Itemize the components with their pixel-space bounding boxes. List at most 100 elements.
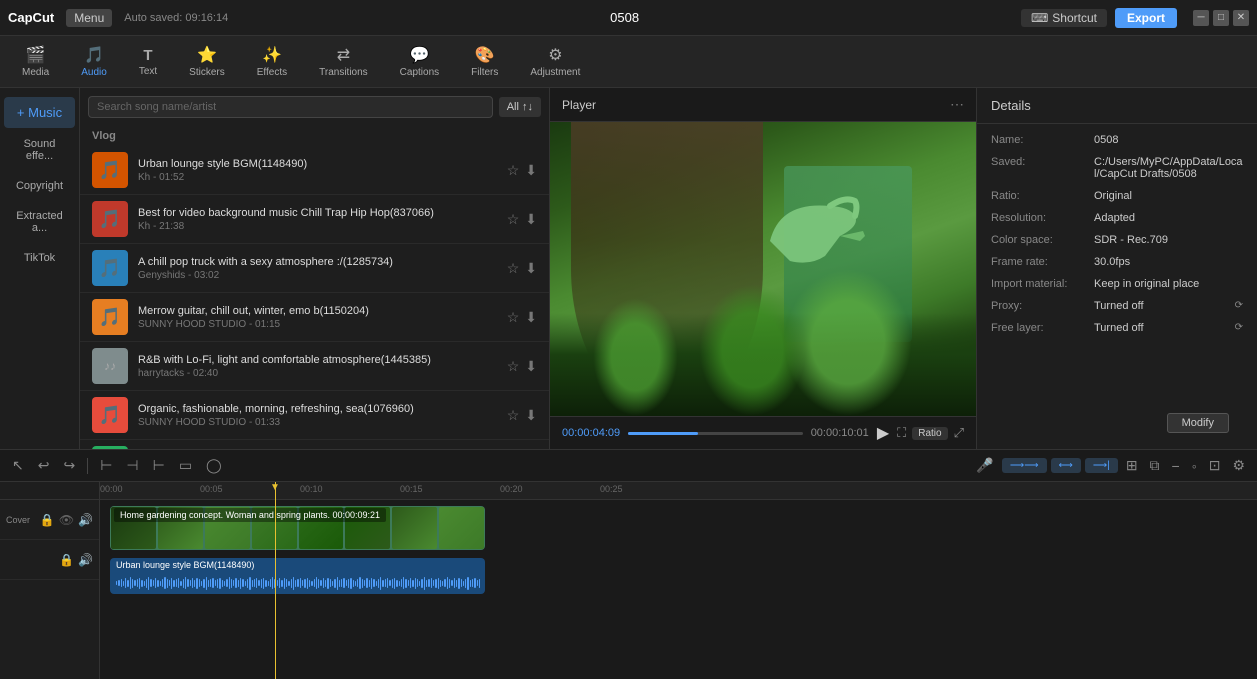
favorite-icon[interactable]: ☆: [507, 309, 520, 326]
list-item[interactable]: 🎵 Best for video background music Chill …: [80, 195, 549, 244]
toolbar-effects[interactable]: ✨ Effects: [251, 41, 293, 82]
all-filter-button[interactable]: All ↑↓: [499, 97, 541, 117]
toolbar-adjustment[interactable]: ⚙ Adjustment: [524, 41, 586, 82]
audio-mute-icon[interactable]: 🔊: [78, 553, 93, 567]
redo-button[interactable]: ↪: [59, 455, 79, 476]
wave-bar: [148, 577, 149, 590]
microphone-button[interactable]: 🎤: [972, 455, 997, 476]
modify-button[interactable]: Modify: [1167, 413, 1229, 433]
track-split-button[interactable]: ⟷: [1051, 458, 1081, 473]
video-eye-icon[interactable]: 👁: [59, 513, 74, 527]
sidebar-item-tiktok[interactable]: TikTok: [4, 244, 75, 272]
settings-button[interactable]: ⚙: [1228, 455, 1249, 476]
split-button[interactable]: ⊢: [96, 455, 116, 476]
track-copy-button[interactable]: ⧉: [1146, 455, 1164, 476]
list-item[interactable]: 🎵 Merrow guitar, chill out, winter, emo …: [80, 293, 549, 342]
toolbar-transitions[interactable]: ⇄ Transitions: [313, 41, 374, 82]
wave-bar: [171, 578, 172, 589]
favorite-icon[interactable]: ☆: [507, 260, 520, 277]
favorite-icon[interactable]: ☆: [507, 407, 520, 424]
music-meta-5: harrytacks - 02:40: [138, 368, 497, 379]
list-item[interactable]: 🎵 A cute song with a sparkling ukulele-l…: [80, 440, 549, 449]
search-input[interactable]: [88, 96, 493, 118]
track-merge-button[interactable]: ⟶|: [1085, 458, 1118, 473]
ruler-mark-5: 00:25: [600, 482, 623, 494]
timeline-tracks[interactable]: 00:00 00:05 00:10 00:15 00:20 00:25: [100, 482, 1257, 679]
wave-bar: [435, 579, 436, 588]
wave-bar: [297, 579, 298, 587]
audio-lock-icon[interactable]: 🔒: [59, 553, 74, 567]
list-item[interactable]: ♪♪ R&B with Lo-Fi, light and comfortable…: [80, 342, 549, 391]
toolbar-stickers[interactable]: ⭐ Stickers: [183, 41, 231, 82]
close-button[interactable]: ✕: [1233, 10, 1249, 26]
wave-bar: [190, 580, 191, 586]
favorite-icon[interactable]: ☆: [507, 211, 520, 228]
undo-button[interactable]: ↩: [34, 455, 54, 476]
cursor-tool-button[interactable]: ↖: [8, 455, 28, 476]
wave-bar: [252, 580, 253, 587]
proxy-toggle-icon[interactable]: ⟳: [1235, 300, 1243, 311]
video-lock-icon[interactable]: 🔒: [40, 513, 55, 527]
list-item[interactable]: 🎵 Urban lounge style BGM(1148490) Kh - 0…: [80, 146, 549, 195]
stickers-label: Stickers: [189, 67, 225, 78]
list-item[interactable]: 🎵 Organic, fashionable, morning, refresh…: [80, 391, 549, 440]
maximize-button[interactable]: □: [1213, 10, 1229, 26]
ruler-mark-4: 00:20: [500, 482, 523, 494]
media-label: Media: [22, 67, 49, 78]
toolbar-captions[interactable]: 💬 Captions: [394, 41, 445, 82]
favorite-icon[interactable]: ☆: [507, 162, 520, 179]
player-title: Player: [562, 98, 596, 112]
playhead[interactable]: [275, 482, 276, 679]
list-item[interactable]: 🎵 A chill pop truck with a sexy atmosphe…: [80, 244, 549, 293]
group-button[interactable]: ◯: [202, 455, 226, 476]
toolbar-filters[interactable]: 🎨 Filters: [465, 41, 504, 82]
wave-bar: [470, 580, 471, 587]
zoom-fit-button[interactable]: ⊡: [1205, 455, 1225, 476]
download-icon[interactable]: ⬇: [525, 260, 537, 277]
export-button[interactable]: Export: [1115, 8, 1177, 28]
topbar: CapCut Menu Auto saved: 09:16:14 0508 ⌨ …: [0, 0, 1257, 36]
track-connect-button[interactable]: ⟶⟶: [1002, 458, 1047, 473]
track-labels: Cover 🔒 👁 🔊 🔒 🔊: [0, 482, 100, 679]
menu-button[interactable]: Menu: [66, 9, 112, 27]
video-audio-icon[interactable]: 🔊: [78, 513, 93, 527]
player-menu-icon[interactable]: ⋯: [950, 96, 964, 113]
sidebar-item-extracted[interactable]: Extracted a...: [4, 202, 75, 242]
favorite-icon[interactable]: ☆: [507, 358, 520, 375]
ratio-button[interactable]: Ratio: [912, 427, 947, 440]
delete-button[interactable]: ▭: [175, 455, 196, 476]
audio-clip[interactable]: Urban lounge style BGM(1148490) (functio…: [110, 558, 485, 594]
captions-label: Captions: [400, 67, 439, 78]
video-clip[interactable]: Home gardening concept. Woman and spring…: [110, 506, 485, 550]
text-icon: T: [143, 47, 152, 64]
zoom-slider-button[interactable]: ◦: [1188, 456, 1201, 476]
download-icon[interactable]: ⬇: [525, 211, 537, 228]
sidebar-item-music[interactable]: + Music: [4, 97, 75, 128]
zoom-out-button[interactable]: −: [1168, 456, 1184, 476]
wave-bar: [380, 577, 381, 590]
fullscreen-icon[interactable]: ⤢: [954, 425, 964, 441]
minimize-button[interactable]: ─: [1193, 10, 1209, 26]
player-controls: 00:00:04:09 00:00:10:01 ▶ ⛶ Ratio ⤢: [550, 416, 976, 449]
sidebar-item-copyright[interactable]: Copyright: [4, 172, 75, 200]
toolbar-audio[interactable]: 🎵 Audio: [75, 41, 113, 82]
download-icon[interactable]: ⬇: [525, 358, 537, 375]
split-left-button[interactable]: ⊣: [122, 455, 142, 476]
download-icon[interactable]: ⬇: [525, 309, 537, 326]
music-meta-6: SUNNY HOOD STUDIO - 01:33: [138, 417, 497, 428]
sidebar-item-sound-effects[interactable]: Sound effe...: [4, 130, 75, 170]
play-button[interactable]: ▶: [877, 423, 889, 443]
detail-value-freelayer: Turned off: [1094, 322, 1227, 334]
toolbar-media[interactable]: 🎬 Media: [16, 41, 55, 82]
shortcut-button[interactable]: ⌨ Shortcut: [1021, 9, 1107, 27]
toolbar-text[interactable]: T Text: [133, 43, 163, 81]
track-add-button[interactable]: ⊞: [1122, 455, 1142, 476]
transitions-icon: ⇄: [337, 45, 350, 65]
progress-bar[interactable]: [628, 432, 803, 435]
download-icon[interactable]: ⬇: [525, 162, 537, 179]
fullscreen-fit-icon[interactable]: ⛶: [897, 425, 906, 441]
freelayer-toggle-icon[interactable]: ⟳: [1235, 322, 1243, 333]
download-icon[interactable]: ⬇: [525, 407, 537, 424]
music-info-5: R&B with Lo-Fi, light and comfortable at…: [138, 354, 497, 379]
split-right-button[interactable]: ⊢: [149, 455, 169, 476]
